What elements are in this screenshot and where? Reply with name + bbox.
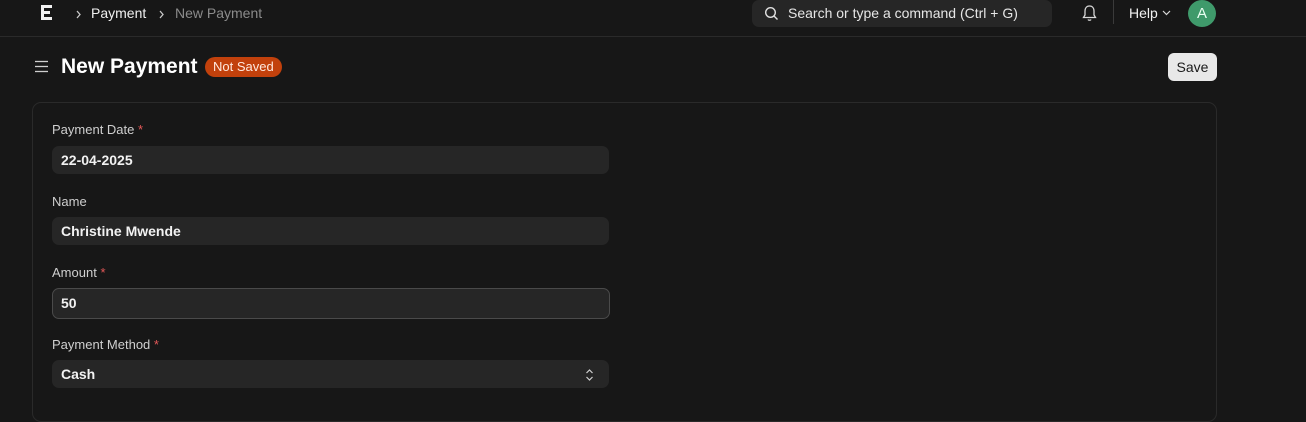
breadcrumb-new-payment[interactable]: New Payment — [175, 5, 262, 21]
payment-date-label: Payment Date * — [52, 122, 144, 137]
payment-method-label: Payment Method * — [52, 337, 159, 352]
payment-date-field[interactable]: 22-04-2025 — [52, 146, 609, 174]
name-label: Name — [52, 194, 87, 209]
status-badge: Not Saved — [205, 57, 282, 77]
notification-bell-icon[interactable] — [1081, 4, 1098, 22]
amount-field[interactable]: 50 — [52, 288, 610, 319]
avatar[interactable]: A — [1188, 0, 1216, 27]
required-indicator: * — [153, 337, 159, 352]
search-placeholder: Search or type a command (Ctrl + G) — [788, 5, 1018, 21]
navbar-divider — [1113, 0, 1114, 24]
name-field[interactable]: Christine Mwende — [52, 217, 609, 245]
payment-method-value: Cash — [61, 366, 96, 382]
amount-label: Amount * — [52, 265, 106, 280]
search-input[interactable]: Search or type a command (Ctrl + G) — [752, 0, 1052, 27]
required-indicator: * — [100, 265, 106, 280]
chevron-right-icon — [159, 10, 164, 19]
sidebar-toggle-icon[interactable] — [34, 59, 49, 74]
search-icon — [764, 6, 778, 20]
save-button[interactable]: Save — [1168, 53, 1217, 81]
select-arrows-icon — [586, 369, 593, 381]
breadcrumb-payment[interactable]: Payment — [91, 5, 146, 21]
payment-method-select[interactable]: Cash — [52, 360, 609, 388]
page-title: New Payment — [61, 55, 198, 78]
help-menu[interactable]: Help — [1129, 5, 1158, 21]
app-logo-icon[interactable] — [39, 4, 55, 22]
chevron-right-icon — [76, 10, 81, 19]
navbar: Payment New Payment Search or type a com… — [0, 0, 1306, 37]
required-indicator: * — [138, 122, 144, 137]
chevron-down-icon[interactable] — [1162, 10, 1171, 16]
